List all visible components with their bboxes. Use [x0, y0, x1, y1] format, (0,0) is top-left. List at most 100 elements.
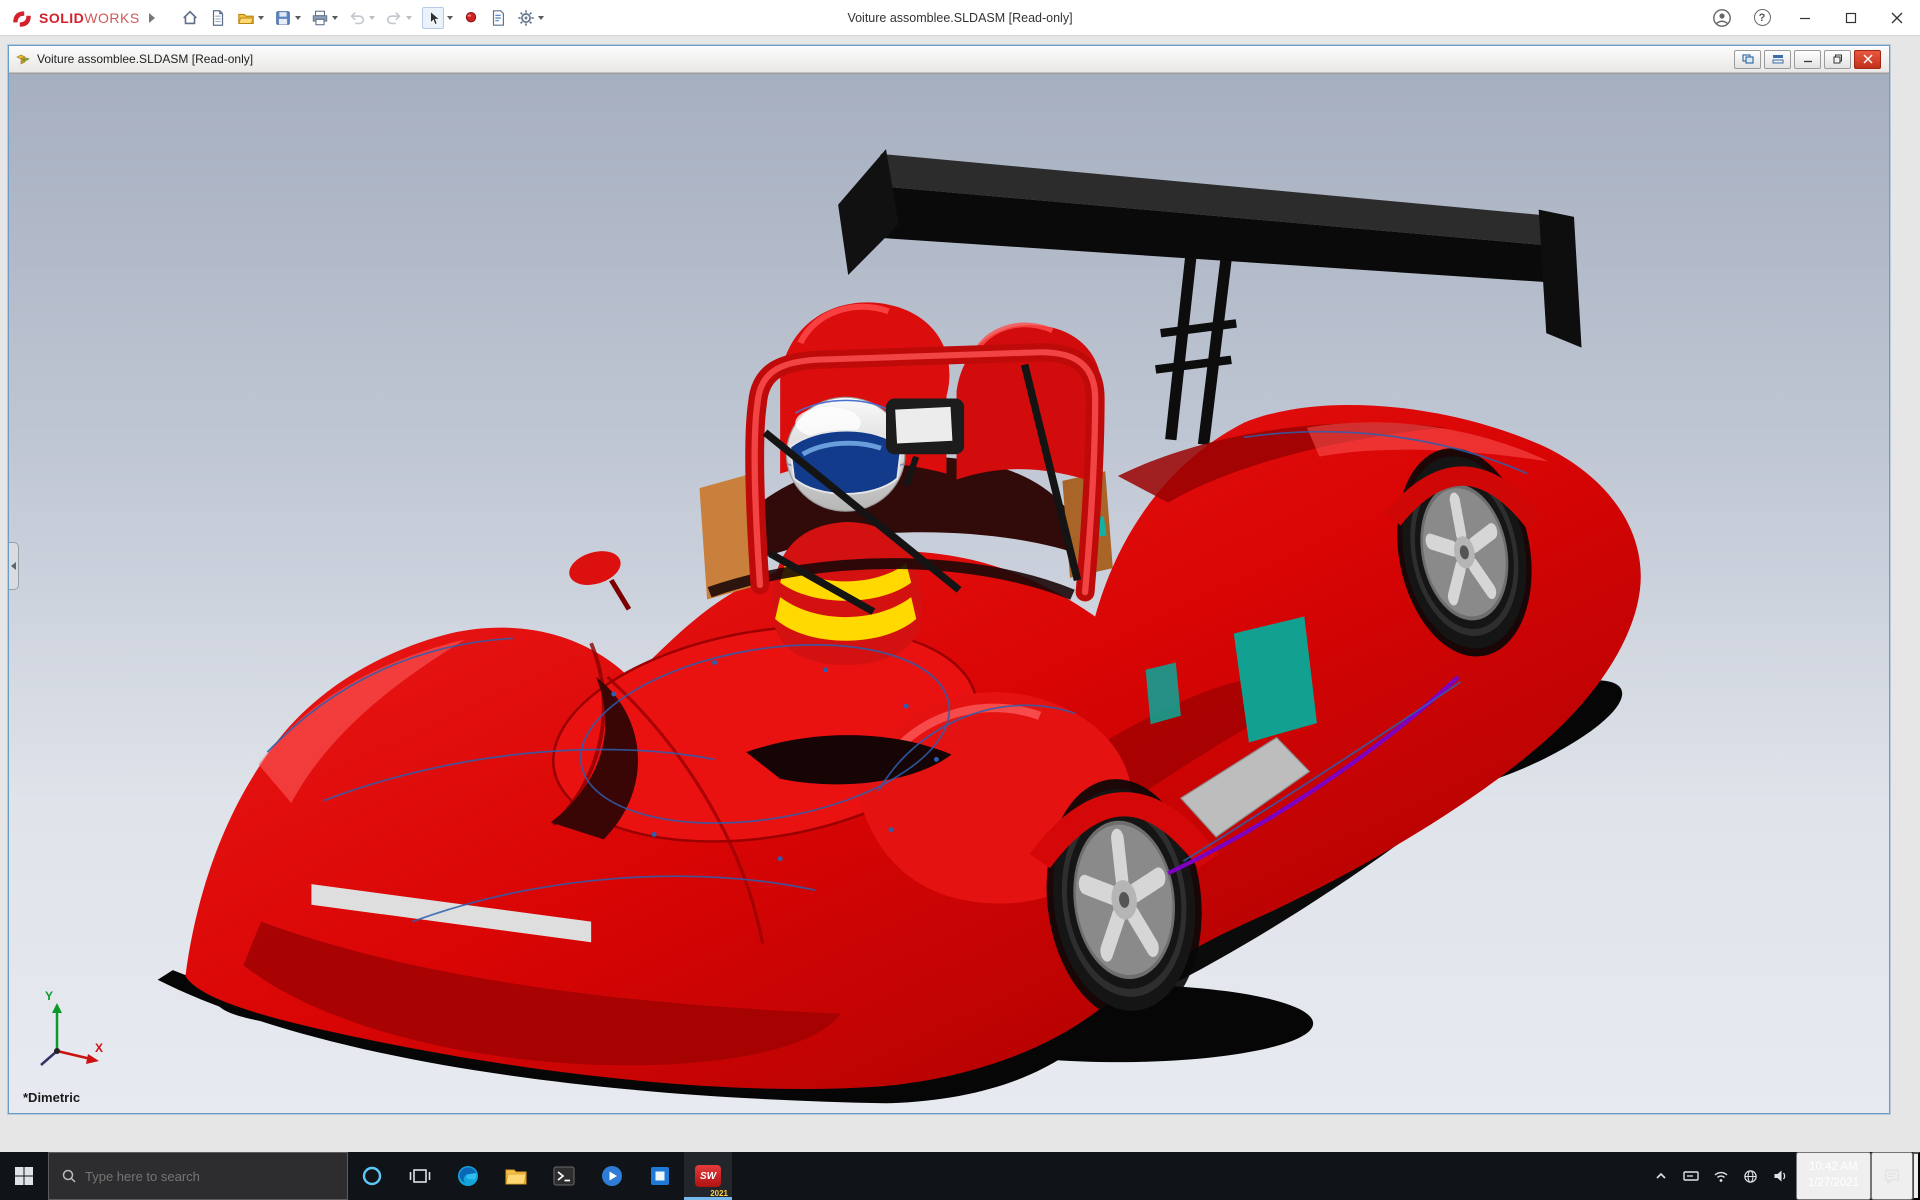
solidworks-app-icon: SW	[695, 1165, 721, 1187]
undo-icon	[348, 9, 366, 27]
file-explorer-icon	[504, 1165, 528, 1187]
edge-icon	[456, 1164, 480, 1188]
graphics-area[interactable]: Y X *Dimetric	[9, 73, 1889, 1113]
app-close-button[interactable]	[1874, 0, 1920, 36]
doc-minimize-button[interactable]	[1794, 50, 1821, 69]
doc-close-button[interactable]	[1854, 50, 1881, 69]
options-dropdown-caret[interactable]	[538, 16, 544, 20]
tray-language-button[interactable]	[1736, 1152, 1766, 1200]
triad-axes-icon	[29, 993, 129, 1081]
account-button[interactable]	[1702, 0, 1742, 36]
search-input[interactable]	[85, 1169, 335, 1184]
print-icon	[311, 9, 329, 27]
app-titlebar: SOLIDWORKS	[0, 0, 1920, 36]
close-icon	[1891, 12, 1903, 24]
select-tool-button[interactable]	[418, 4, 457, 32]
task-view-icon	[409, 1166, 431, 1186]
app-minimize-button[interactable]	[1782, 0, 1828, 36]
main-toolbar	[177, 4, 548, 32]
document-titlebar[interactable]: Voiture assomblee.SLDASM [Read-only]	[9, 46, 1889, 73]
rebuild-traffic-light-icon	[463, 10, 479, 26]
solidworks-logo: SOLIDWORKS	[0, 7, 163, 29]
help-button[interactable]: ?	[1742, 0, 1782, 36]
open-button[interactable]	[233, 4, 268, 32]
print-button[interactable]	[307, 4, 342, 32]
terminal-app-button[interactable]	[540, 1152, 588, 1200]
media-player-app-button[interactable]	[588, 1152, 636, 1200]
start-button[interactable]	[0, 1152, 48, 1200]
action-center-button[interactable]	[1871, 1152, 1913, 1200]
car-3d-model[interactable]	[9, 74, 1889, 1113]
tray-volume-button[interactable]	[1766, 1152, 1796, 1200]
photos-icon	[649, 1165, 671, 1187]
edge-button[interactable]	[444, 1152, 492, 1200]
options-button[interactable]	[513, 4, 548, 32]
chevron-up-icon	[1654, 1169, 1668, 1183]
solidworks-taskbar-button[interactable]: SW 2021	[684, 1152, 732, 1200]
show-desktop-button[interactable]	[1913, 1152, 1920, 1200]
clock-date: 1/27/2021	[1808, 1176, 1859, 1192]
globe-icon	[1743, 1169, 1758, 1184]
taskbar-search[interactable]	[48, 1152, 348, 1200]
collapse-arrow-icon	[11, 562, 16, 570]
select-cursor-icon	[422, 7, 444, 29]
options-gear-icon	[517, 9, 535, 27]
app-client-area: Voiture assomblee.SLDASM [Read-only]	[0, 37, 1920, 1152]
tile-window-icon	[1742, 54, 1754, 64]
photos-app-button[interactable]	[636, 1152, 684, 1200]
select-dropdown-caret[interactable]	[447, 16, 453, 20]
tray-chevron-button[interactable]	[1646, 1152, 1676, 1200]
cascade-window-icon	[1772, 54, 1784, 64]
teal-accent-small	[1146, 663, 1181, 725]
rebuild-button[interactable]	[459, 4, 483, 32]
doc-close-icon	[1863, 54, 1873, 64]
doc-restore-button[interactable]	[1824, 50, 1851, 69]
volume-icon	[1773, 1169, 1789, 1183]
tray-pen-device-button[interactable]	[1676, 1152, 1706, 1200]
save-button[interactable]	[270, 4, 305, 32]
orientation-triad: Y X	[29, 993, 129, 1081]
doc-restore-icon	[1833, 54, 1843, 64]
triad-x-label: X	[95, 1041, 103, 1055]
brand-expand-icon[interactable]	[149, 13, 155, 23]
view-orientation-label: *Dimetric	[23, 1090, 80, 1105]
side-mirror	[565, 545, 629, 609]
windows-logo-icon	[14, 1166, 34, 1186]
file-explorer-button[interactable]	[492, 1152, 540, 1200]
maximize-icon	[1845, 12, 1857, 24]
document-window: Voiture assomblee.SLDASM [Read-only]	[8, 45, 1890, 1114]
file-properties-icon	[489, 9, 507, 27]
search-icon	[61, 1168, 77, 1184]
print-dropdown-caret[interactable]	[332, 16, 338, 20]
app-header-right: ?	[1702, 0, 1920, 36]
featuremanager-collapse-tab[interactable]	[9, 542, 19, 590]
redo-icon	[385, 9, 403, 27]
tray-network-button[interactable]	[1706, 1152, 1736, 1200]
save-icon	[274, 9, 292, 27]
undo-dropdown-caret[interactable]	[369, 16, 375, 20]
file-properties-button[interactable]	[485, 4, 511, 32]
doc-tile-window-button[interactable]	[1734, 50, 1761, 69]
redo-dropdown-caret[interactable]	[406, 16, 412, 20]
doc-cascade-window-button[interactable]	[1764, 50, 1791, 69]
taskbar-clock[interactable]: 10:42 AM 1/27/2021	[1796, 1152, 1871, 1200]
doc-minimize-icon	[1803, 54, 1813, 64]
task-view-button[interactable]	[396, 1152, 444, 1200]
account-icon	[1712, 8, 1732, 28]
wifi-icon	[1713, 1169, 1729, 1183]
app-maximize-button[interactable]	[1828, 0, 1874, 36]
media-player-icon	[600, 1164, 624, 1188]
new-document-button[interactable]	[205, 4, 231, 32]
save-dropdown-caret[interactable]	[295, 16, 301, 20]
solidworks-version-badge: 2021	[710, 1189, 728, 1198]
windows-taskbar: SW 2021 10:42 AM 1/27/2021	[0, 1152, 1920, 1200]
home-button[interactable]	[177, 4, 203, 32]
undo-button[interactable]	[344, 4, 379, 32]
cortana-button[interactable]	[348, 1152, 396, 1200]
clock-time: 10:42 AM	[1809, 1160, 1858, 1176]
home-icon	[181, 9, 199, 27]
redo-button[interactable]	[381, 4, 416, 32]
open-dropdown-caret[interactable]	[258, 16, 264, 20]
app-window-title: Voiture assomblee.SLDASM [Read-only]	[847, 0, 1072, 36]
document-window-buttons	[1734, 50, 1885, 69]
